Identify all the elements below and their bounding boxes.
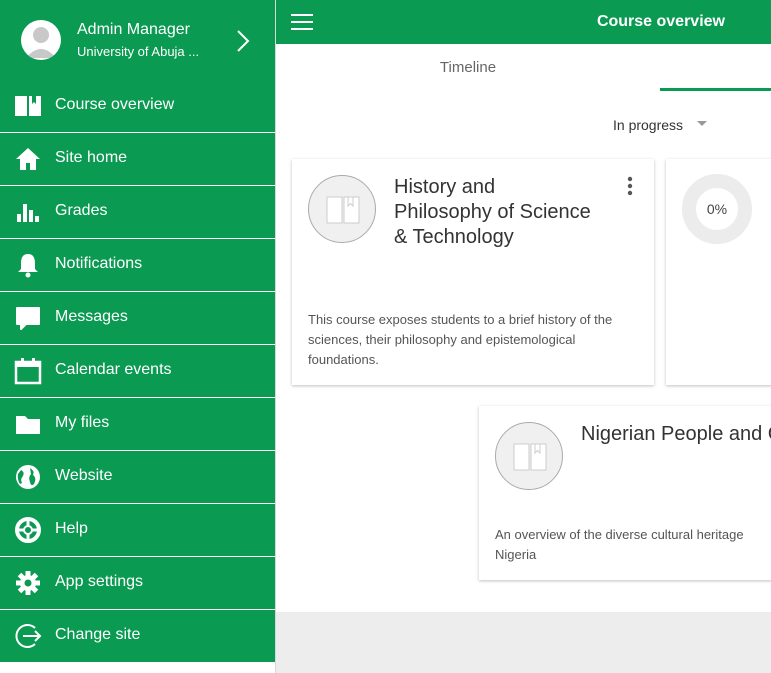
main-area: Course overview Timeline In progress His… bbox=[276, 0, 771, 673]
book-icon bbox=[326, 196, 360, 224]
menu-item-notifications[interactable]: Notifications bbox=[0, 239, 275, 291]
hamburger-menu-icon[interactable] bbox=[291, 13, 313, 31]
profile-site: University of Abuja ... bbox=[77, 44, 200, 59]
course-summary: An overview of the diverse cultural heri… bbox=[495, 527, 744, 562]
gear-icon bbox=[16, 571, 40, 595]
menu-item-label: App settings bbox=[55, 573, 144, 590]
page-title: Course overview bbox=[596, 13, 725, 30]
course-list: In progress History and Philosophy of Sc… bbox=[276, 91, 771, 612]
menu-item-my-files[interactable]: My files bbox=[0, 398, 275, 450]
menu-item-label: My files bbox=[55, 414, 110, 431]
book-icon bbox=[15, 96, 41, 116]
bottom-area bbox=[276, 612, 771, 673]
user-silhouette-icon bbox=[26, 27, 56, 58]
progress-percentage: 0% bbox=[706, 201, 728, 217]
lifebuoy-icon bbox=[15, 517, 41, 543]
globe-icon bbox=[16, 465, 40, 489]
avatar bbox=[21, 20, 61, 60]
menu-item-messages[interactable]: Messages bbox=[0, 292, 275, 344]
menu-item-label: Website bbox=[55, 467, 113, 484]
top-bar: Course overview bbox=[276, 0, 771, 44]
menu-item-site-home[interactable]: Site home bbox=[0, 133, 275, 185]
menu-item-label: Notifications bbox=[55, 255, 143, 272]
menu-item-course-overview[interactable]: Course overview bbox=[0, 80, 275, 132]
home-icon bbox=[16, 148, 40, 170]
tab-courses[interactable] bbox=[660, 44, 771, 91]
menu-item-label: Change site bbox=[55, 626, 141, 643]
course-card[interactable]: 0% bbox=[666, 159, 771, 385]
folder-icon bbox=[16, 416, 40, 434]
more-options-icon[interactable] bbox=[626, 176, 634, 196]
menu-item-app-settings[interactable]: App settings bbox=[0, 557, 275, 609]
menu-item-change-site[interactable]: Change site bbox=[0, 610, 275, 662]
course-image bbox=[308, 175, 376, 243]
chevron-right-icon bbox=[237, 30, 250, 52]
course-card[interactable]: Nigerian People and Culture An overview … bbox=[479, 406, 771, 580]
exit-icon bbox=[15, 624, 42, 648]
caret-down-icon[interactable] bbox=[697, 121, 707, 126]
book-icon bbox=[513, 443, 547, 471]
tab-timeline[interactable]: Timeline bbox=[276, 44, 660, 91]
calendar-icon bbox=[14, 358, 42, 385]
profile-name: Admin Manager bbox=[77, 21, 190, 38]
chat-bubble-icon bbox=[16, 307, 40, 330]
course-title[interactable]: History and Philosophy of Science & Tech… bbox=[394, 175, 594, 250]
menu-item-label: Messages bbox=[55, 308, 128, 325]
status-filter-select[interactable]: In progress bbox=[613, 117, 683, 133]
course-image bbox=[495, 422, 563, 490]
bell-icon bbox=[18, 254, 38, 278]
menu-item-label: Help bbox=[55, 520, 88, 537]
menu-item-label: Course overview bbox=[55, 96, 175, 113]
menu-item-label: Grades bbox=[55, 202, 108, 219]
tab-bar: Timeline bbox=[276, 44, 771, 91]
bar-chart-icon bbox=[17, 204, 39, 222]
course-title[interactable]: Nigerian People and Culture bbox=[581, 422, 771, 447]
user-profile[interactable]: Admin Manager University of Abuja ... bbox=[0, 0, 275, 80]
menu-item-label: Calendar events bbox=[55, 361, 172, 378]
course-summary: This course exposes students to a brief … bbox=[308, 312, 613, 367]
menu-item-help[interactable]: Help bbox=[0, 504, 275, 556]
menu-item-website[interactable]: Website bbox=[0, 451, 275, 503]
side-menu: Admin Manager University of Abuja ... Co… bbox=[0, 0, 276, 673]
course-card[interactable]: History and Philosophy of Science & Tech… bbox=[292, 159, 654, 385]
menu-item-grades[interactable]: Grades bbox=[0, 186, 275, 238]
menu-item-calendar-events[interactable]: Calendar events bbox=[0, 345, 275, 397]
menu-item-label: Site home bbox=[55, 149, 128, 166]
